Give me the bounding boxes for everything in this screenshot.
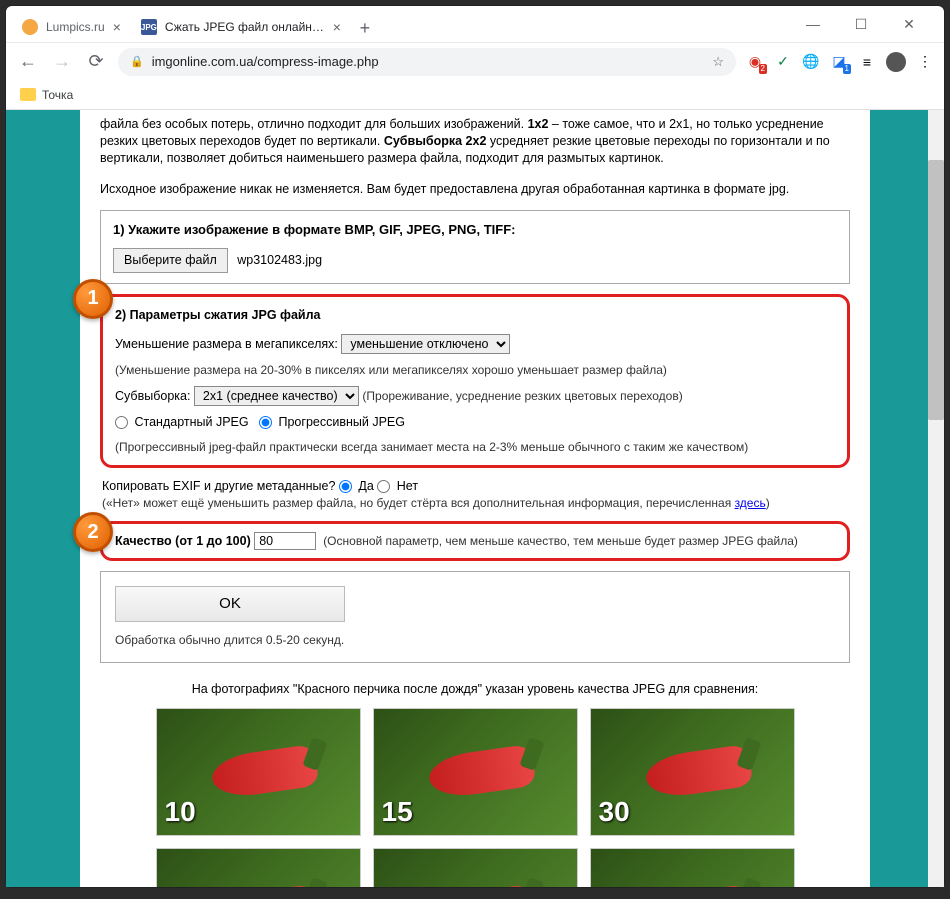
new-tab-button[interactable]: + xyxy=(351,14,379,42)
quality-label: Качество (от 1 до 100) xyxy=(115,534,251,548)
sub-label: Субвыборка: xyxy=(115,389,190,403)
source-note: Исходное изображение никак не изменяется… xyxy=(100,173,850,210)
samples-caption: На фотографиях "Красного перчика после д… xyxy=(100,681,850,698)
close-icon[interactable]: × xyxy=(113,19,121,35)
sample-thumb xyxy=(590,848,795,887)
lock-icon: 🔒 xyxy=(130,55,144,68)
maximize-button[interactable]: ☐ xyxy=(846,16,876,33)
exif-link[interactable]: здесь xyxy=(735,496,766,510)
sample-thumb xyxy=(156,848,361,887)
ext-adblock-icon[interactable]: ◉2 xyxy=(746,53,764,71)
minimize-button[interactable]: — xyxy=(798,16,828,33)
address-bar[interactable]: 🔒 imgonline.com.ua/compress-image.php ☆ xyxy=(118,48,736,76)
tab-imgonline[interactable]: JPG Сжать JPEG файл онлайн - IMG × xyxy=(131,12,351,42)
url-text: imgonline.com.ua/compress-image.php xyxy=(152,54,379,69)
ok-area: OK Обработка обычно длится 0.5-20 секунд… xyxy=(100,571,850,663)
folder-icon xyxy=(20,88,36,101)
radio-exif-yes[interactable]: Да xyxy=(339,479,374,493)
menu-icon[interactable]: ⋮ xyxy=(916,53,934,71)
ext-box-icon[interactable]: ◪1 xyxy=(830,53,848,71)
sub-hint: (Прореживание, усреднение резких цветовы… xyxy=(362,389,682,403)
quality-input[interactable] xyxy=(254,532,316,550)
ext-globe-icon[interactable]: 🌐 xyxy=(802,53,820,71)
close-icon[interactable]: × xyxy=(333,19,341,35)
toolbar: ← → ⟳ 🔒 imgonline.com.ua/compress-image.… xyxy=(6,42,944,80)
prog-hint: (Прогрессивный jpeg-файл практически все… xyxy=(115,439,835,455)
radio-exif-no[interactable]: Нет xyxy=(377,479,418,493)
page-content: файла без особых потерь, отлично подходи… xyxy=(80,110,870,887)
sub-select[interactable]: 2x1 (среднее качество) xyxy=(194,386,359,406)
favicon xyxy=(22,19,38,35)
forward-button[interactable]: → xyxy=(50,50,74,74)
intro-text: файла без особых потерь, отлично подходи… xyxy=(100,110,850,173)
ext-list-icon[interactable]: ≡ xyxy=(858,53,876,71)
ok-button[interactable]: OK xyxy=(115,586,345,622)
star-icon[interactable]: ☆ xyxy=(712,54,724,70)
sample-thumb xyxy=(373,848,578,887)
back-button[interactable]: ← xyxy=(16,50,40,74)
step1-title: 1) Укажите изображение в формате BMP, GI… xyxy=(113,221,837,239)
bookmark-item[interactable]: Точка xyxy=(42,88,73,102)
step1-box: 1) Укажите изображение в формате BMP, GI… xyxy=(100,210,850,284)
quality-hint: (Основной параметр, чем меньше качество,… xyxy=(323,534,798,548)
sample-thumb: 10 xyxy=(156,708,361,836)
favicon: JPG xyxy=(141,19,157,35)
radio-standard[interactable]: Стандартный JPEG xyxy=(115,415,249,429)
close-button[interactable]: ✕ xyxy=(894,16,924,33)
marker-1: 1 xyxy=(73,279,113,319)
tab-title: Сжать JPEG файл онлайн - IMG xyxy=(165,20,325,34)
quality-box: 2 Качество (от 1 до 100) (Основной парам… xyxy=(100,521,850,561)
mp-hint: (Уменьшение размера на 20-30% в пикселях… xyxy=(115,362,835,378)
ext-check-icon[interactable]: ✓ xyxy=(774,53,792,71)
step2-title: 2) Параметры сжатия JPG файла xyxy=(115,307,835,324)
filename-label: wp3102483.jpg xyxy=(237,253,322,267)
mp-label: Уменьшение размера в мегапикселях: xyxy=(115,337,338,351)
choose-file-button[interactable]: Выберите файл xyxy=(113,248,228,273)
titlebar: Lumpics.ru × JPG Сжать JPEG файл онлайн … xyxy=(6,6,944,42)
profile-avatar[interactable] xyxy=(886,52,906,72)
scrollbar[interactable] xyxy=(928,110,944,887)
tab-lumpics[interactable]: Lumpics.ru × xyxy=(12,12,131,42)
step2-box: 1 2) Параметры сжатия JPG файла Уменьшен… xyxy=(100,294,850,468)
ok-hint: Обработка обычно длится 0.5-20 секунд. xyxy=(115,632,835,648)
sample-thumb: 30 xyxy=(590,708,795,836)
radio-progressive[interactable]: Прогрессивный JPEG xyxy=(259,415,405,429)
exif-label: Копировать EXIF и другие метаданные? xyxy=(102,479,335,493)
sample-thumb: 15 xyxy=(373,708,578,836)
bookmarks-bar: Точка xyxy=(6,80,944,110)
mp-select[interactable]: уменьшение отключено xyxy=(341,334,510,354)
marker-2: 2 xyxy=(73,512,113,552)
tab-title: Lumpics.ru xyxy=(46,20,105,34)
reload-button[interactable]: ⟳ xyxy=(84,50,108,74)
